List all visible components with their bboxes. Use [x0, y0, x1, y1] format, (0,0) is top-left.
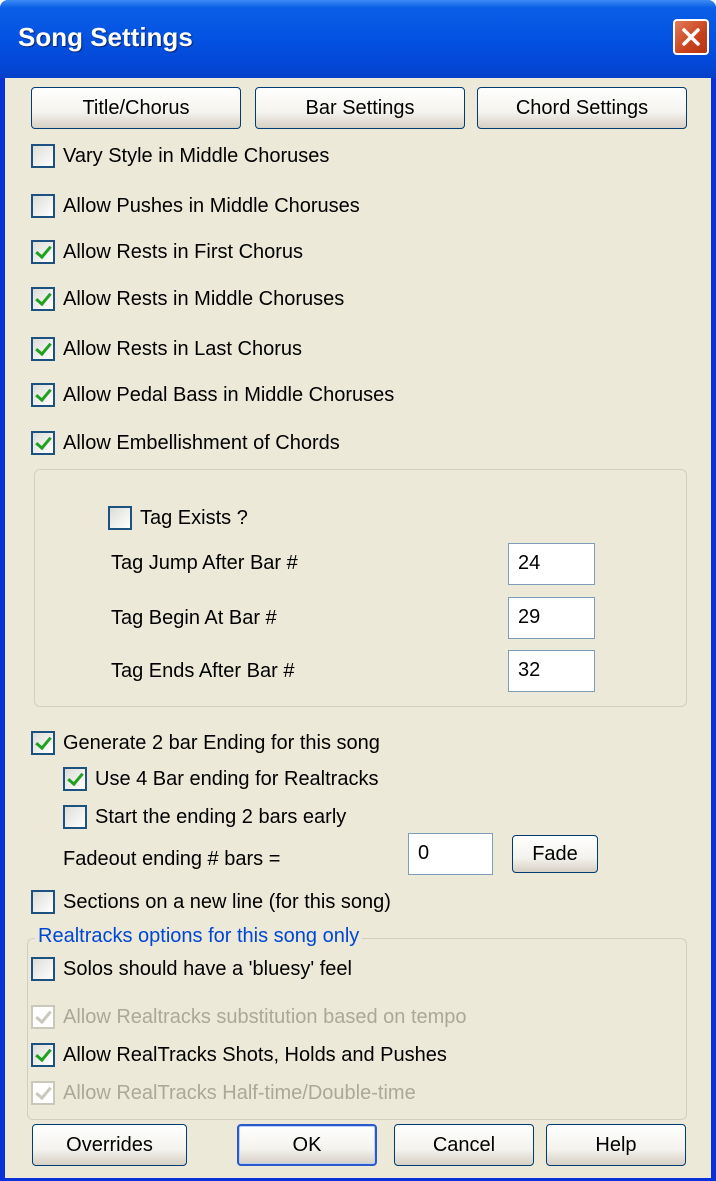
- option-rests-first[interactable]: Allow Rests in First Chorus: [31, 237, 303, 267]
- overrides-button[interactable]: Overrides: [32, 1124, 187, 1166]
- checkbox[interactable]: [31, 957, 55, 981]
- use-4-bar-option[interactable]: Use 4 Bar ending for Realtracks: [63, 764, 378, 794]
- dialog-body: Title/Chorus Bar Settings Chord Settings…: [5, 78, 711, 1178]
- tag-begin-field[interactable]: 29: [508, 597, 595, 639]
- option-label: Generate 2 bar Ending for this song: [63, 731, 380, 754]
- checkbox[interactable]: [63, 767, 87, 791]
- close-button[interactable]: [673, 19, 709, 55]
- checkbox[interactable]: [31, 240, 55, 264]
- checkbox[interactable]: [108, 506, 132, 530]
- song-settings-dialog: Song Settings Title/Chorus Bar Settings …: [0, 0, 716, 1181]
- tag-ends-field[interactable]: 32: [508, 650, 595, 692]
- cancel-button[interactable]: Cancel: [394, 1124, 534, 1166]
- realtracks-halftime-option: Allow RealTracks Half-time/Double-time: [31, 1078, 416, 1108]
- checkbox[interactable]: [31, 890, 55, 914]
- ok-button[interactable]: OK: [237, 1124, 377, 1166]
- option-label: Use 4 Bar ending for Realtracks: [95, 767, 379, 790]
- option-label: Allow Pushes in Middle Choruses: [63, 194, 360, 217]
- title-bar[interactable]: Song Settings: [0, 0, 716, 78]
- option-label: Allow Realtracks substitution based on t…: [63, 1005, 467, 1028]
- option-embellishment[interactable]: Allow Embellishment of Chords: [31, 428, 340, 458]
- checkbox[interactable]: [31, 194, 55, 218]
- checkbox[interactable]: [31, 287, 55, 311]
- tag-begin-label: Tag Begin At Bar #: [111, 607, 277, 629]
- checkbox: [31, 1005, 55, 1029]
- option-label: Allow Rests in Last Chorus: [63, 337, 302, 360]
- title-chorus-button[interactable]: Title/Chorus: [31, 87, 241, 129]
- checkbox[interactable]: [63, 805, 87, 829]
- option-label: Allow Rests in First Chorus: [63, 240, 304, 263]
- window-title: Song Settings: [18, 22, 193, 52]
- start-early-option[interactable]: Start the ending 2 bars early: [63, 802, 346, 832]
- fade-button[interactable]: Fade: [512, 835, 598, 873]
- option-label: Sections on a new line (for this song): [63, 890, 391, 913]
- option-label: Vary Style in Middle Choruses: [63, 144, 330, 167]
- checkbox[interactable]: [31, 731, 55, 755]
- fadeout-field[interactable]: 0: [408, 833, 493, 875]
- tag-ends-label: Tag Ends After Bar #: [111, 660, 295, 682]
- option-label: Allow RealTracks Half-time/Double-time: [63, 1081, 416, 1104]
- option-label: Solos should have a 'bluesy' feel: [63, 957, 352, 980]
- fadeout-label: Fadeout ending # bars =: [63, 848, 281, 870]
- tag-jump-field[interactable]: 24: [508, 543, 595, 585]
- option-rests-middle[interactable]: Allow Rests in Middle Choruses: [31, 284, 344, 314]
- tag-exists-option[interactable]: Tag Exists ?: [108, 503, 248, 533]
- chord-settings-button[interactable]: Chord Settings: [477, 87, 687, 129]
- option-label: Allow RealTracks Shots, Holds and Pushes: [63, 1043, 447, 1066]
- sections-new-line-option[interactable]: Sections on a new line (for this song): [31, 887, 391, 917]
- option-pedal-bass[interactable]: Allow Pedal Bass in Middle Choruses: [31, 380, 394, 410]
- option-label: Allow Rests in Middle Choruses: [63, 287, 345, 310]
- checkbox[interactable]: [31, 1043, 55, 1067]
- realtracks-bluesy-option[interactable]: Solos should have a 'bluesy' feel: [31, 954, 352, 984]
- bar-settings-button[interactable]: Bar Settings: [255, 87, 465, 129]
- tag-jump-label: Tag Jump After Bar #: [111, 552, 298, 574]
- option-label: Allow Embellishment of Chords: [63, 431, 340, 454]
- tag-exists-label: Tag Exists ?: [140, 506, 248, 529]
- close-icon: [682, 28, 700, 46]
- checkbox: [31, 1081, 55, 1105]
- checkbox[interactable]: [31, 337, 55, 361]
- option-allow-pushes[interactable]: Allow Pushes in Middle Choruses: [31, 191, 360, 221]
- realtracks-legend: Realtracks options for this song only: [35, 925, 363, 948]
- checkbox[interactable]: [31, 383, 55, 407]
- option-vary-style[interactable]: Vary Style in Middle Choruses: [31, 141, 329, 171]
- option-rests-last[interactable]: Allow Rests in Last Chorus: [31, 334, 302, 364]
- option-label: Start the ending 2 bars early: [95, 805, 347, 828]
- option-label: Allow Pedal Bass in Middle Choruses: [63, 383, 395, 406]
- realtracks-shots-option[interactable]: Allow RealTracks Shots, Holds and Pushes: [31, 1040, 447, 1070]
- help-button[interactable]: Help: [546, 1124, 686, 1166]
- checkbox[interactable]: [31, 431, 55, 455]
- generate-ending-option[interactable]: Generate 2 bar Ending for this song: [31, 728, 380, 758]
- checkbox[interactable]: [31, 144, 55, 168]
- realtracks-substitution-option: Allow Realtracks substitution based on t…: [31, 1002, 467, 1032]
